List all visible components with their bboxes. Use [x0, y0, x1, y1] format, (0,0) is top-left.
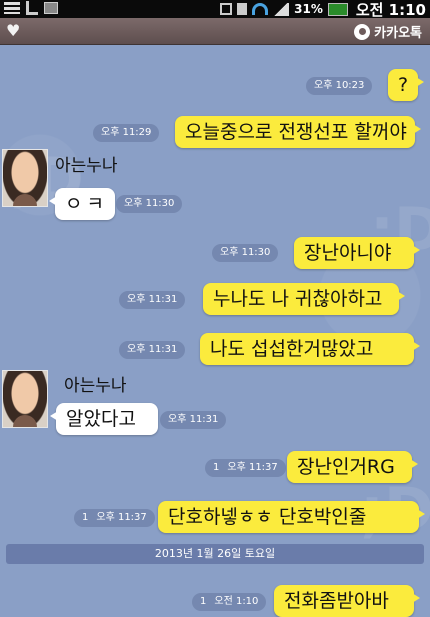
- chat-area[interactable]: ;D ;D ;D 오후 10:23 ? 오후 11:29 오늘중으로 전쟁선포 …: [0, 45, 430, 617]
- sd-card-icon: [220, 3, 233, 15]
- avatar[interactable]: [2, 370, 48, 428]
- unread-count: 1: [200, 596, 207, 607]
- message-bubble-sent[interactable]: 장난인거RG: [287, 451, 418, 483]
- app-brand-label: 카카오톡: [374, 26, 422, 41]
- gallery-icon: [44, 2, 58, 14]
- signal-icon: [273, 2, 290, 16]
- message-bubble-sent[interactable]: 전화좀받아바: [274, 585, 420, 617]
- kakaotalk-logo-icon: [354, 23, 371, 40]
- message-meta: 1 오후 11:37: [205, 459, 286, 477]
- message-meta: 1 오후 11:37: [74, 509, 155, 527]
- heart-icon[interactable]: ♥: [6, 21, 20, 40]
- battery-percent: 31%: [294, 2, 323, 16]
- sender-name: 아는누나: [64, 376, 127, 396]
- sender-name: 아는누나: [55, 156, 118, 176]
- message-meta: 오후 11:29: [93, 124, 160, 142]
- battery-icon: [327, 2, 348, 16]
- avatar[interactable]: [2, 149, 48, 207]
- app-brand: 카카오톡: [354, 22, 422, 41]
- date-divider: 2013년 1월 26일 토요일: [6, 544, 424, 564]
- mute-icon: [237, 3, 248, 15]
- unread-count: 1: [213, 462, 220, 473]
- message-bubble-received[interactable]: 알았다고: [50, 403, 158, 435]
- wifi-icon: [252, 3, 269, 15]
- message-meta: 오후 11:31: [119, 291, 186, 309]
- message-bubble-sent[interactable]: 장난아니야: [294, 237, 420, 269]
- message-meta: 오후 11:30: [212, 244, 279, 262]
- message-meta: 오후 11:30: [116, 195, 183, 213]
- title-bar: ♥ 카카오톡: [0, 18, 430, 45]
- message-bubble-received[interactable]: ㅇㅋ: [49, 188, 115, 220]
- message-bubble-sent[interactable]: 누나도 나 귀찮아하고: [203, 283, 405, 315]
- status-bar: 31% 오전 1:10: [0, 0, 430, 19]
- message-bubble-sent[interactable]: 나도 섭섭한거많았고: [200, 333, 420, 365]
- notification-list-icon[interactable]: [4, 2, 20, 14]
- message-bubble-sent[interactable]: 오늘중으로 전쟁선포 할꺼야: [175, 116, 421, 148]
- clock: 오전 1:10: [355, 0, 426, 19]
- message-meta: 오후 11:31: [160, 411, 227, 429]
- message-bubble-sent[interactable]: 단호하넿ㅎㅎ 단호박인줄: [158, 501, 425, 533]
- message-meta: 1 오전 1:10: [192, 593, 267, 611]
- unread-count: 1: [82, 512, 89, 523]
- message-bubble-sent[interactable]: ?: [388, 69, 424, 101]
- message-meta: 오후 10:23: [306, 77, 373, 95]
- usb-icon: [26, 1, 38, 15]
- message-meta: 오후 11:31: [119, 341, 186, 359]
